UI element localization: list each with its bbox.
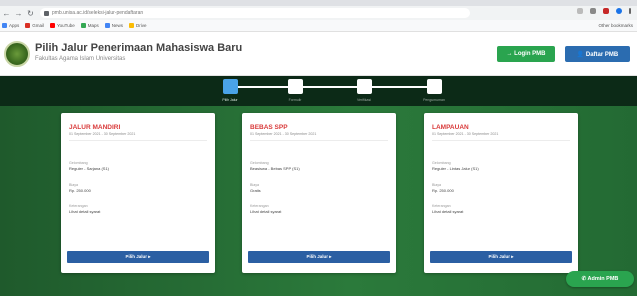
card-date: 01 September 2021 - 30 September 2021 — [250, 132, 317, 136]
step-1-label: Pilih Jalur — [222, 98, 238, 102]
choose-path-button[interactable]: Pilih Jalur ▸ — [248, 251, 390, 263]
field-value: Reguler - Lintas Jalur (S1) — [432, 166, 479, 171]
card-date: 01 September 2021 - 30 September 2021 — [69, 132, 136, 136]
bookmark-label: Drive — [136, 23, 147, 28]
login-button[interactable]: → Login PMB — [497, 46, 555, 62]
step-3-box — [357, 79, 372, 94]
back-arrow-icon[interactable]: ← — [1, 8, 12, 19]
bookmark-label: News — [111, 23, 123, 28]
star-icon[interactable] — [577, 8, 583, 14]
field-label: Gelombang — [250, 161, 269, 165]
step-4-label: Pengumuman — [423, 98, 445, 102]
card-title: LAMPAUAN — [432, 124, 469, 131]
field-value: Reguler - Sarjana (S1) — [69, 166, 110, 171]
page-subtitle: Fakultas Agama Islam Universitas — [35, 56, 126, 62]
field-label: Keterangan — [250, 204, 269, 208]
field-value: Rp. 250.000 — [432, 188, 454, 193]
step-2-box — [288, 79, 303, 94]
field-value: Beasiswa - Bebas SPP (S1) — [250, 166, 300, 171]
field-label: Biaya — [69, 183, 78, 187]
bookmark-favicon-icon — [50, 23, 56, 28]
register-button[interactable]: 👤 Daftar PMB — [565, 46, 630, 62]
bookmark-label: YouTube — [57, 23, 75, 28]
step-4-box — [427, 79, 442, 94]
forward-arrow-icon[interactable]: → — [13, 8, 24, 19]
card-divider — [69, 140, 207, 141]
field-label: Keterangan — [432, 204, 451, 208]
step-3-label: Verifikasi — [356, 98, 372, 102]
bookmark-favicon-icon — [80, 23, 86, 28]
url-text: pmb.unisa.ac.id/seleksi-jalur-pendaftara… — [52, 10, 144, 16]
step-connector — [303, 86, 357, 88]
field-label: Biaya — [250, 183, 259, 187]
field-value: Lihat detail syarat — [432, 209, 464, 214]
bookmark-label: Gmail — [32, 23, 45, 28]
card-title: BEBAS SPP — [250, 124, 288, 131]
bookmark-favicon-icon — [129, 23, 134, 28]
admission-path-card: BEBAS SPP 01 September 2021 - 30 Septemb… — [242, 113, 396, 273]
browser-toolbar: ← → ↻ pmb.unisa.ac.id/seleksi-jalur-pend… — [0, 6, 637, 20]
step-connector — [238, 86, 288, 88]
field-value: Rp. 250.000 — [69, 188, 91, 193]
bookmark-favicon-icon — [25, 23, 31, 28]
profile-icon[interactable] — [616, 8, 622, 14]
card-divider — [432, 140, 570, 141]
menu-icon[interactable] — [629, 8, 631, 14]
admission-path-card: JALUR MANDIRI 01 September 2021 - 30 Sep… — [61, 113, 215, 273]
field-label: Keterangan — [69, 204, 88, 208]
step-connector — [372, 86, 427, 88]
step-2-label: Formulir — [288, 98, 302, 102]
reload-icon[interactable]: ↻ — [25, 8, 36, 19]
choose-path-button[interactable]: Pilih Jalur ▸ — [67, 251, 209, 263]
bookmark-favicon-icon — [2, 23, 7, 28]
chat-admin-button[interactable]: ✆ Admin PMB — [566, 271, 634, 287]
step-1-box — [223, 79, 238, 94]
card-divider — [250, 140, 388, 141]
university-logo — [4, 41, 30, 67]
card-date: 01 September 2021 - 30 September 2021 — [432, 132, 499, 136]
bookmark-label: Apps — [9, 23, 20, 28]
field-value: Lihat detail syarat — [69, 209, 101, 214]
bookmark-item[interactable]: Drive — [129, 23, 147, 28]
other-bookmarks[interactable]: Other bookmarks — [598, 23, 633, 28]
address-bar[interactable]: pmb.unisa.ac.id/seleksi-jalur-pendaftara… — [40, 8, 470, 18]
field-label: Biaya — [432, 183, 441, 187]
extension-icon[interactable] — [590, 8, 596, 14]
admission-path-card: LAMPAUAN 01 September 2021 - 30 Septembe… — [424, 113, 578, 273]
field-value: Lihat detail syarat — [250, 209, 282, 214]
card-title: JALUR MANDIRI — [69, 124, 121, 131]
page-title: Pilih Jalur Penerimaan Mahasiswa Baru — [35, 42, 243, 54]
field-label: Gelombang — [432, 161, 451, 165]
bookmark-item[interactable]: Apps — [2, 23, 19, 28]
bookmark-item[interactable]: YouTube — [50, 23, 75, 28]
bookmark-favicon-icon — [104, 23, 110, 28]
main-content: JALUR MANDIRI 01 September 2021 - 30 Sep… — [0, 106, 637, 296]
bookmark-item[interactable]: Gmail — [25, 23, 44, 28]
extension-icon[interactable] — [603, 8, 609, 14]
extension-icons — [577, 8, 631, 14]
bookmark-item[interactable]: News — [104, 23, 123, 28]
choose-path-button[interactable]: Pilih Jalur ▸ — [430, 251, 572, 263]
progress-stepper: Pilih Jalur Formulir Verifikasi Pengumum… — [0, 76, 637, 106]
bookmark-label: Maps — [87, 23, 99, 28]
bookmarks-bar: Apps Gmail YouTube Maps News Drive Other bookm… — [0, 20, 637, 32]
field-label: Gelombang — [69, 161, 88, 165]
lock-icon — [44, 10, 49, 16]
bookmark-item[interactable]: Maps — [80, 23, 99, 28]
field-value: Gratis — [250, 188, 261, 193]
site-header: Pilih Jalur Penerimaan Mahasiswa Baru Fa… — [0, 32, 637, 76]
